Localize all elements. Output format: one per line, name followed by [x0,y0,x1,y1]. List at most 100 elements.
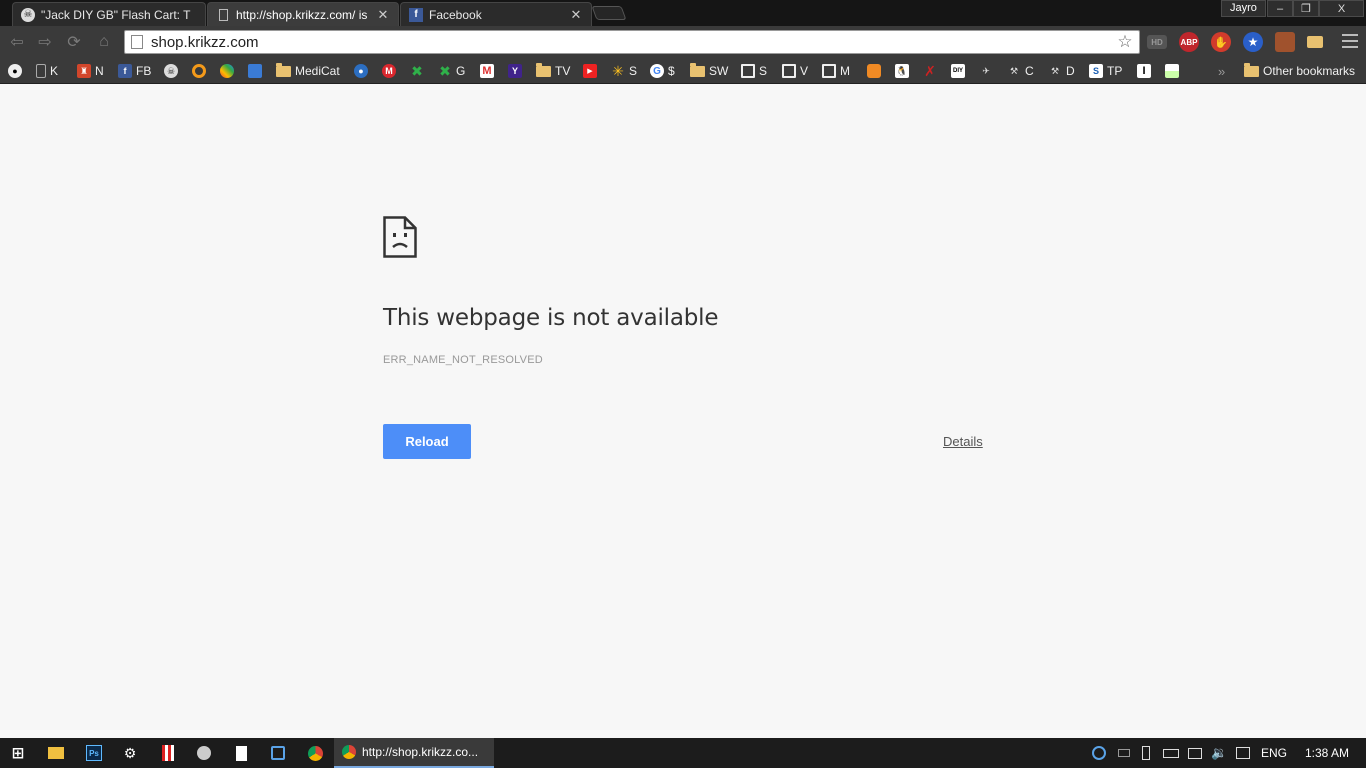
bookmark-image[interactable] [1165,62,1179,80]
reload-button[interactable]: Reload [383,424,471,459]
x-logo-icon: ✗ [924,62,936,79]
tray-volume[interactable]: 🔉 [1211,738,1227,768]
bookmark-blue-eye[interactable]: ● [354,62,368,80]
bookmark-walmart[interactable]: ✳ S [611,62,637,80]
bookmark-k[interactable]: K [36,62,58,80]
chrome-menu-button[interactable] [1342,34,1358,48]
address-bar[interactable]: ☆ [124,30,1140,54]
bookmark-n[interactable]: ♜ N [77,62,104,80]
close-window-button[interactable]: X [1319,0,1364,17]
bookmark-d-tools[interactable]: ⚒ D [1048,62,1075,80]
taskbar-window[interactable] [266,741,290,765]
profile-button[interactable]: Jayro [1221,0,1266,17]
close-icon[interactable]: ✕ [376,7,390,23]
taskbar-notepad[interactable] [229,741,253,765]
bookmark-g[interactable]: ✖ G [438,62,465,80]
bookmark-folder-medicat[interactable]: MediCat [276,62,340,80]
mega-icon: M [382,64,396,78]
bird-icon: ✈ [982,65,990,76]
reload-nav-button[interactable]: ⟳ [63,32,85,52]
star-badge-icon[interactable]: ★ [1243,32,1263,52]
bookmark-bird[interactable]: ✈ [979,62,993,80]
bookmark-c-tools[interactable]: ⚒ C [1007,62,1034,80]
taskbar-photoshop[interactable]: Ps [82,741,106,765]
bookmark-green-x[interactable]: ✖ [410,62,424,80]
details-link[interactable]: Details [943,434,983,449]
restore-button[interactable]: ❐ [1293,0,1319,17]
new-tab-button[interactable] [591,6,627,20]
start-button[interactable]: ⊞ [6,741,30,765]
minimize-button[interactable]: – [1267,0,1293,17]
bookmark-x-logo[interactable]: ✗ [923,62,937,80]
bookmark-tp[interactable]: S TP [1089,62,1122,80]
tray-battery[interactable] [1163,738,1179,768]
taskbar-chrome[interactable] [303,741,327,765]
bookmark-colorful[interactable] [220,62,234,80]
sp-icon: S [1089,64,1103,78]
monitor-icon [741,64,755,78]
hd-icon[interactable]: HD [1147,35,1167,49]
bookmark-diy[interactable]: DIY [951,62,965,80]
tray-language[interactable]: ENG [1261,738,1287,768]
tray-network[interactable] [1188,738,1202,768]
tab-title: http://shop.krikzz.com/ is [236,7,368,22]
tray-icon-e[interactable] [1092,738,1106,768]
home-icon: ⌂ [99,33,109,50]
folder-icon [536,62,551,77]
page-content: This webpage is not available ERR_NAME_N… [0,85,1366,738]
bookmark-s-monitor[interactable]: S [741,62,767,80]
tab-jack-diy[interactable]: ☠ "Jack DIY GB" Flash Cart: T [12,2,206,26]
tab-title: "Jack DIY GB" Flash Cart: T [41,7,191,22]
bookmark-yahoo[interactable]: Y [508,62,522,80]
sad-page-icon [383,216,417,258]
bookmark-letter-t[interactable]: I [1137,62,1151,80]
url-input[interactable] [151,33,1115,51]
bookmark-mega[interactable]: M [382,62,396,80]
adblock-plus-icon[interactable]: ABP [1179,32,1199,52]
facebook-icon: f [409,7,423,22]
bookmark-folder-sw[interactable]: SW [690,62,728,80]
folder-icon [1244,62,1259,77]
bookmark-star-icon[interactable]: ☆ [1115,32,1135,52]
chrome-icon [342,745,356,759]
bookmarks-overflow-chevron[interactable]: » [1218,62,1225,80]
folder-ext-icon[interactable] [1307,36,1323,48]
gmail-icon: M [480,64,494,78]
bookmark-youtube[interactable]: ▶ [583,62,597,80]
other-bookmarks[interactable]: Other bookmarks [1244,62,1355,80]
bookmark-fb[interactable]: f FB [118,62,151,80]
bookmark-blocks[interactable] [248,62,262,80]
tray-clock[interactable]: 1:38 AM [1305,738,1349,768]
bookmark-google[interactable]: G $ [650,62,675,80]
home-button[interactable]: ⌂ [93,32,115,52]
bookmark-lion[interactable] [867,62,881,80]
bookmark-v-monitor[interactable]: V [782,62,808,80]
taskbar-popcorn[interactable] [156,741,180,765]
windows-icon: ⊞ [11,745,25,762]
tray-keyboard[interactable] [1118,738,1130,768]
tray-notifications[interactable] [1236,738,1250,768]
tab-krikzz[interactable]: http://shop.krikzz.com/ is ✕ [207,2,399,26]
taskbar-app[interactable] [192,741,216,765]
bookmark-folder-tv[interactable]: TV [536,62,570,80]
taskbar-file-explorer[interactable] [44,741,68,765]
bookmark-orange[interactable] [192,62,206,80]
taskbar-steam[interactable]: ⚙ [118,741,142,765]
tab-facebook[interactable]: f Facebook ✕ [400,2,592,26]
stop-hand-icon[interactable]: ✋ [1211,32,1231,52]
window-icon [271,746,285,760]
bookmark-jack[interactable]: ☠ [164,62,178,80]
back-button[interactable]: ⇦ [6,32,28,52]
image-icon [1165,64,1179,78]
cookie-icon[interactable] [1275,32,1295,52]
tray-usb[interactable] [1142,738,1150,768]
bookmark-panda[interactable]: ● [8,62,22,80]
tools-icon: ⚒ [1009,65,1019,76]
forward-button[interactable]: ⇨ [34,32,56,52]
back-arrow-icon: ⇦ [10,34,24,51]
bookmark-penguin[interactable]: 🐧 [895,62,909,80]
bookmark-gmail[interactable]: M [480,62,494,80]
close-icon[interactable]: ✕ [569,7,583,23]
taskbar-active-window[interactable]: http://shop.krikzz.co... [334,738,494,768]
bookmark-m-monitor[interactable]: M [822,62,850,80]
